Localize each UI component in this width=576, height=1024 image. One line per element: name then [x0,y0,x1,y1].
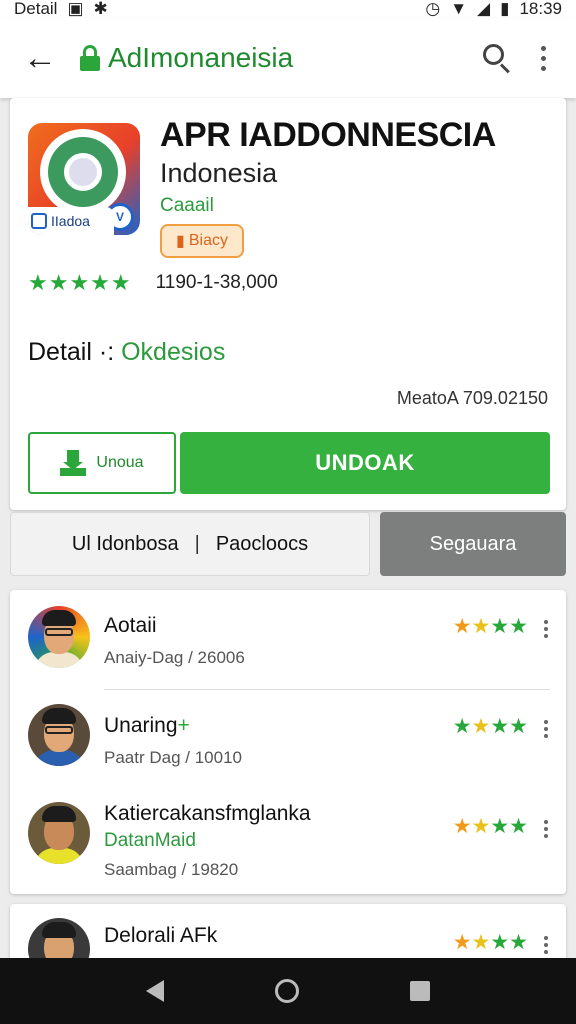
alarm-icon: ◷ [425,0,441,18]
reviewer-name: Delorali AFk [104,924,218,947]
review-more-icon[interactable] [544,720,548,738]
review-stars: ★★★★ [452,615,528,638]
detail-row: Detail ·: Okdesios [28,338,225,367]
wifi-icon: ▼ [450,0,468,18]
app-logo-icon: V IIadoa [28,123,140,235]
download-count: 1190-1-38,000 [155,272,278,293]
rating-stars: ★★★★★ [28,270,132,295]
avatar [28,606,90,668]
status-left-text: Detail [14,0,58,18]
back-arrow-icon[interactable]: ← [0,18,80,98]
status-bar: Detail ▣ ✱ ◷ ▼ ◢ ▮ 18:39 [0,0,576,18]
app-subtitle: Indonesia [160,158,278,188]
review-meta: Anaiy-Dag / 26006 [104,648,245,667]
reviewer-tag: DatanMaid [104,830,196,851]
tab-idonbosa[interactable]: Ul Idonbosa [72,533,179,556]
search-icon[interactable] [483,44,511,74]
rating-row: ★★★★★ 1190-1-38,000 [28,270,278,296]
install-button[interactable]: UNDOAK [180,432,550,494]
version-text: MeatoA 709.02150 [396,388,548,408]
avatar [28,802,90,864]
app-header-card: V IIadoa APR IADDONNESCIA Indonesia Caaa… [10,98,566,510]
review-stars: ★★★★ [452,715,528,738]
review-more-icon[interactable] [544,936,548,954]
reviewer-name: Unaring+ [104,714,190,737]
reviewer-name: Aotaii [104,614,157,637]
bluetooth-icon: ✱ [93,0,108,18]
reviewer-name: Katiercakansfmglanka [104,802,311,825]
review-more-icon[interactable] [544,620,548,638]
lock-icon [80,45,100,71]
signal-icon: ◢ [477,0,491,18]
review-stars: ★★★★ [452,931,528,954]
avatar [28,704,90,766]
download-icon [60,450,87,476]
badge-icon: ▮ [176,233,185,250]
tab-paocloocs[interactable]: Paocloocs [216,533,308,556]
category-badge-label: Biacy [188,232,228,249]
review-meta: Saambag / 19820 [104,860,239,879]
nav-home-icon[interactable] [274,979,299,1003]
developer-link[interactable]: Caaail [160,195,214,217]
tab-group: Ul Idonbosa | Paocloocs [10,512,370,576]
review-item[interactable]: Unaring+ Paatr Dag / 10010 ★★★★ [10,690,566,780]
app-name: APR IADDONNESCIA [160,116,496,154]
review-item[interactable]: Katiercakansfmglanka DatanMaid Saambag /… [10,790,566,880]
tab-bar: Ul Idonbosa | Paocloocs Segauara [10,512,566,578]
battery-icon: ▮ [500,0,510,18]
tab-separator: | [194,532,200,555]
nav-recents-icon[interactable] [410,981,431,1001]
review-meta: Paatr Dag / 10010 [104,748,242,767]
app-bar: ← AdImonaneisia [0,18,576,98]
app-icon-tag-text: IIadoa [51,213,90,229]
system-nav-bar [0,958,576,1024]
detail-separator: ·: [98,338,115,366]
review-item[interactable]: Aotaii Anaiy-Dag / 26006 ★★★★ [10,590,566,690]
review-stars: ★★★★ [452,815,528,838]
tag-square-icon [31,213,47,229]
detail-label: Detail [28,338,92,366]
status-time: 18:39 [519,0,562,18]
secondary-button-label: Unoua [96,454,144,471]
more-vert-icon[interactable] [541,45,546,71]
tab-segauara[interactable]: Segauara [380,512,566,576]
nav-back-icon[interactable] [145,980,164,1002]
url-title[interactable]: AdImonaneisia [80,42,293,74]
category-badge: ▮ Biacy [160,224,244,258]
image-icon: ▣ [67,0,84,18]
secondary-download-button[interactable]: Unoua [28,432,176,494]
reviews-card: Aotaii Anaiy-Dag / 26006 ★★★★ Unaring+ P… [10,590,566,894]
app-bar-title: AdImonaneisia [108,42,294,73]
detail-value[interactable]: Okdesios [121,338,225,366]
app-icon-tag: IIadoa [28,207,114,235]
review-more-icon[interactable] [544,820,548,838]
